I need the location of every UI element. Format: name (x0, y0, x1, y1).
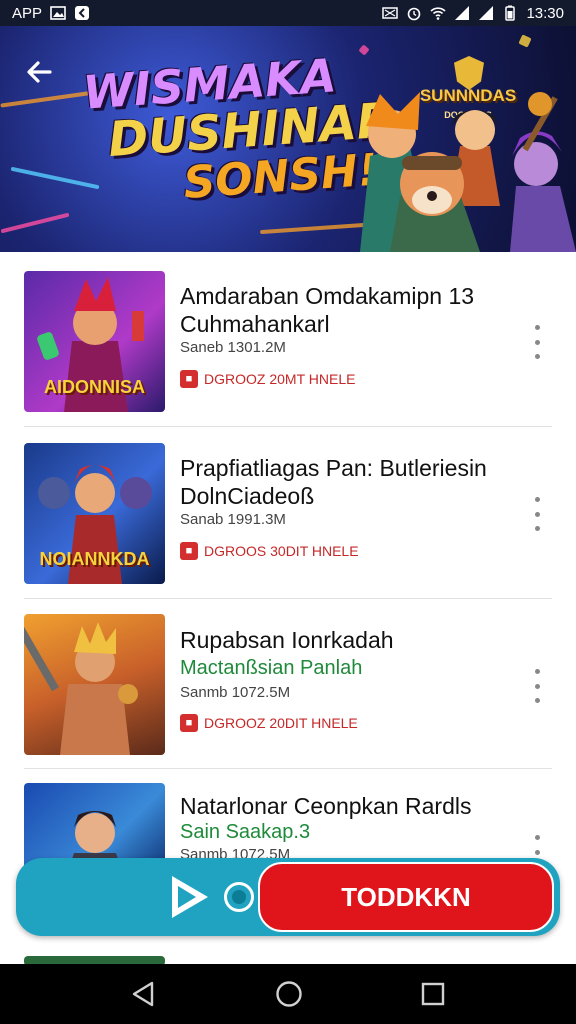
item-tag-label: DGROOZ 20DIT HNELE (204, 715, 358, 731)
shield-icon (454, 56, 484, 90)
list-item[interactable]: Rupabsan Ionrkadah Mactanßsian Panlah Sa… (0, 596, 576, 766)
arrow-left-icon[interactable] (22, 54, 58, 90)
more-options-icon[interactable] (526, 325, 548, 359)
item-subtitle: Mactanßsian Panlah (180, 657, 363, 679)
item-subtitle: Sain Saakap.3 (180, 821, 311, 843)
item-tag: ■ DGROOZ 20MT HNELE (180, 370, 355, 388)
item-title-line1: Natarlonar Ceonpkan Rardls (180, 793, 472, 819)
system-nav-bar (0, 964, 576, 1024)
more-options-icon[interactable] (526, 497, 548, 531)
nav-home-icon[interactable] (275, 980, 303, 1008)
game-thumbnail[interactable]: NOIANNKDA (24, 443, 165, 584)
item-tag-label: DGROOZ 20MT HNELE (204, 371, 356, 387)
game-thumbnail[interactable] (24, 614, 165, 755)
item-title-line2: DolnCiadeoß (180, 483, 315, 509)
status-time: 13:30 (526, 4, 564, 22)
hero-banner: WISMAKA DUSHINAR SONSH! SUNNNDAS DOCHIKE… (0, 26, 576, 252)
thumbnail-caption: NOIANNKDA (39, 549, 150, 569)
thumbnail-caption: AIDONNISA (43, 377, 145, 397)
item-meta: Sanab 1991.3M (180, 511, 286, 528)
item-tag: ■ DGROOS 30DIT HNELE (180, 542, 359, 560)
hero-characters-illustration (360, 92, 576, 252)
primary-action-button[interactable]: TODDKKN (258, 862, 554, 932)
status-bar: APP 13:30 (0, 0, 576, 26)
record-toggle-icon[interactable] (224, 882, 254, 912)
item-title-line2: Cuhmahankarl (180, 311, 330, 337)
item-title-line1: Rupabsan Ionrkadah (180, 627, 394, 653)
game-thumbnail[interactable]: AIDONNISA (24, 271, 165, 412)
tag-badge-icon: ■ (180, 370, 198, 388)
nfc-icon (382, 7, 399, 19)
item-tag: ■ DGROOZ 20DIT HNELE (180, 714, 358, 732)
signal-icon (455, 6, 470, 20)
alarm-icon (408, 7, 421, 21)
thumbnail-character-art (24, 622, 138, 755)
item-title-line1: Prapfiatliagas Pan: Butleriesin (180, 455, 487, 481)
more-options-icon[interactable] (526, 669, 548, 703)
nav-recents-icon[interactable] (420, 980, 446, 1008)
item-meta: Sanmb 1072.5M (180, 684, 291, 701)
floating-action-bar: TODDKKN (16, 858, 560, 936)
item-tag-label: DGROOS 30DIT HNELE (204, 543, 359, 559)
item-meta: Saneb 1301.2M (180, 339, 286, 356)
tag-badge-icon: ■ (180, 714, 198, 732)
tag-badge-icon: ■ (180, 542, 198, 560)
list-item[interactable]: AIDONNISA Amdaraban Omdakamipn 13 Cuhmah… (0, 252, 576, 422)
nav-back-icon[interactable] (130, 980, 156, 1008)
signal-icon (479, 6, 494, 20)
list-item[interactable]: NOIANNKDA Prapfiatliagas Pan: Butleriesi… (0, 424, 576, 594)
wifi-icon (430, 7, 447, 20)
battery-icon (505, 5, 516, 21)
play-icon[interactable] (164, 872, 214, 922)
app-icon (75, 6, 90, 20)
image-icon (50, 6, 66, 20)
item-title-line1: Amdaraban Omdakamipn 13 (180, 283, 475, 309)
status-carrier: APP (12, 4, 43, 22)
